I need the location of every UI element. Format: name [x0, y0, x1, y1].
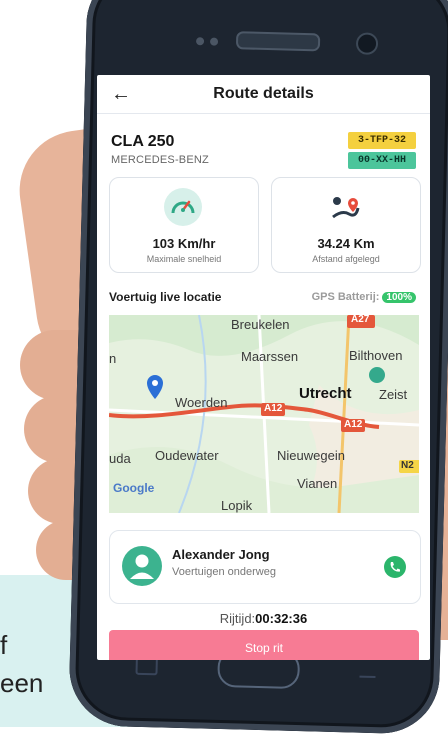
map-label-zeist: Zeist	[379, 387, 408, 402]
max-speed-label: Maximale snelheid	[146, 254, 222, 264]
earpiece-speaker	[235, 31, 321, 52]
max-speed-card: 103 Km/hr Maximale snelheid	[109, 177, 259, 273]
front-camera	[355, 32, 379, 55]
map-label-nieuwegein: Nieuwegein	[277, 448, 345, 463]
distance-label: Afstand afgelegd	[312, 254, 380, 264]
driver-name: Alexander Jong	[172, 547, 270, 562]
app-header: ← Route details	[97, 75, 430, 114]
phone-call-icon[interactable]	[384, 556, 406, 578]
license-plate-primary: 3-TFP-32	[348, 132, 416, 149]
google-logo: Google	[113, 481, 155, 495]
sensor-dots	[195, 32, 224, 51]
vehicle-model: CLA 250	[111, 133, 175, 150]
license-plate-secondary: 00-XX-HH	[348, 152, 416, 169]
page-title: Route details	[213, 85, 314, 102]
driver-avatar	[122, 546, 162, 586]
background-text-line-2: een	[0, 668, 44, 698]
map-graphics	[109, 315, 419, 513]
ride-time-label: Rijtijd:	[219, 611, 256, 626]
gps-battery-badge: 100%	[382, 292, 416, 303]
map-label-woerden: Woerden	[175, 395, 228, 410]
map-label-vianen: Vianen	[297, 476, 338, 491]
gps-battery-label: GPS Batterij:	[311, 291, 380, 303]
map-label-uda: uda	[109, 451, 131, 466]
stop-ride-button[interactable]: Stop rit	[109, 630, 419, 660]
map-label-lopik: Lopik	[221, 498, 253, 513]
distance-card: 34.24 Km Afstand afgelegd	[271, 177, 421, 273]
ride-time-value: 00:32:36	[255, 611, 308, 626]
map-label-breukelen: Breukelen	[231, 317, 290, 332]
driver-card: Alexander Jong Voertuigen onderweg	[109, 530, 421, 604]
map-label-bilthoven: Bilthoven	[349, 348, 403, 363]
map-label-maarssen: Maarssen	[241, 349, 299, 364]
road-label-a12-west: A12	[264, 403, 283, 414]
road-label-n2: N2	[401, 460, 414, 471]
driver-status: Voertuigen onderweg	[172, 566, 276, 578]
back-key	[359, 667, 376, 679]
distance-value: 34.24 Km	[317, 236, 375, 251]
app-screen: ← Route details CLA 250 MERCEDES-BENZ 3-…	[97, 75, 430, 660]
map-label-n: n	[109, 351, 117, 366]
max-speed-value: 103 Km/hr	[152, 236, 216, 251]
live-location-map[interactable]: Breukelen Maarssen Bilthoven Utrecht Zei…	[109, 315, 419, 513]
ride-time: Rijtijd:00:32:36	[97, 611, 430, 626]
road-label-a12-east: A12	[344, 419, 363, 430]
map-label-oudewater: Oudewater	[155, 448, 219, 463]
map-label-utrecht: Utrecht	[299, 385, 352, 402]
background-text-line-1: f	[0, 630, 8, 660]
vehicle-brand: MERCEDES-BENZ	[111, 154, 209, 166]
route-distance-icon	[326, 188, 364, 226]
gps-battery-status: GPS Batterij: 100%	[312, 291, 416, 303]
live-location-title: Voertuig live locatie	[109, 290, 222, 304]
road-label-a27: A27	[351, 315, 370, 325]
speedometer-icon	[164, 188, 202, 226]
